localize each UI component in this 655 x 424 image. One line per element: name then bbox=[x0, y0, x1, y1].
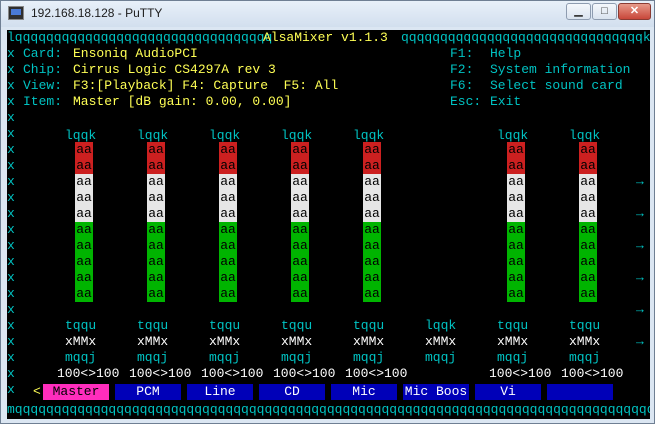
key-f6: F6: bbox=[450, 78, 474, 93]
mute-indicator[interactable]: xMMx bbox=[497, 334, 528, 350]
bottom-border: mqqqqqqqqqqqqqqqqqqqqqqqqqqqqqqqqqqqqqqq… bbox=[7, 402, 650, 417]
channel-label-mic[interactable]: Mic bbox=[331, 384, 397, 400]
item-value: Master [dB gain: 0.00, 0.00] bbox=[73, 94, 292, 109]
chip-value: Cirrus Logic CS4297A rev 3 bbox=[73, 62, 276, 77]
volume-value: 100<>100 bbox=[201, 366, 264, 381]
volume-value: 100<>100 bbox=[345, 366, 408, 381]
terminal-area[interactable]: lqqqqqqqqqqqqqqqqqqqqqqqqqqqqqqqqq AlsaM… bbox=[7, 30, 650, 419]
volume-bar[interactable]: aa aa aa aa aa aa aa aa aa aa bbox=[147, 142, 165, 302]
key-f2: F2: bbox=[450, 62, 474, 77]
view-value: F3:[Playback] F4: Capture F5: All bbox=[73, 78, 339, 93]
channel-mic[interactable]: lqqk aa aa aa aa aa aa aa aa aa aa tqqu xMMx mq… bbox=[337, 128, 407, 384]
maximize-button[interactable]: □ bbox=[592, 3, 617, 20]
mute-indicator[interactable]: xMMx bbox=[209, 334, 240, 350]
putty-icon bbox=[8, 6, 24, 20]
window-title: 192.168.18.128 - PuTTY bbox=[31, 6, 163, 20]
volume-value: 100<>100 bbox=[57, 366, 120, 381]
key-f1: F1: bbox=[450, 46, 474, 61]
volume-value: 100<>100 bbox=[489, 366, 552, 381]
channel-label-video[interactable]: Vi bbox=[475, 384, 541, 400]
mute-indicator[interactable]: xMMx bbox=[353, 334, 384, 350]
key-f6-action: Select sound card bbox=[490, 78, 623, 93]
channel-label-cd[interactable]: CD bbox=[259, 384, 325, 400]
volume-bar[interactable]: aa aa aa aa aa aa aa aa aa aa bbox=[75, 142, 93, 302]
channel-mic-boost[interactable]: lqqk xMMx mqqj bbox=[409, 128, 479, 384]
channel-8[interactable]: lqqk aa aa aa aa aa aa aa aa aa aa tqqu xMMx mq… bbox=[553, 128, 623, 384]
volume-bar[interactable]: aa aa aa aa aa aa aa aa aa aa bbox=[219, 142, 237, 302]
channel-label-8[interactable] bbox=[547, 384, 613, 400]
channel-label-master[interactable]: Master bbox=[43, 384, 109, 400]
putty-window: 192.168.18.128 - PuTTY ▁ □ ✕ lqqqqqqqqqq… bbox=[0, 0, 655, 424]
right-scroll-arrow: → bbox=[636, 270, 644, 285]
volume-bar[interactable]: aa aa aa aa aa aa aa aa aa aa bbox=[363, 142, 381, 302]
channel-master[interactable]: lqqk aa aa aa aa aa aa aa aa aa aa tqqu xMMx mq… bbox=[49, 128, 119, 384]
key-f2-action: System information bbox=[490, 62, 631, 77]
minimize-button[interactable]: ▁ bbox=[566, 3, 591, 20]
item-label: Item: bbox=[23, 94, 63, 109]
chip-label: Chip: bbox=[23, 62, 63, 77]
app-title: AlsaMixer v1.1.3 bbox=[263, 30, 388, 45]
key-esc-action: Exit bbox=[490, 94, 522, 109]
top-border: lqqqqqqqqqqqqqqqqqqqqqqqqqqqqqqqqq bbox=[7, 30, 273, 45]
right-scroll-arrow: → bbox=[636, 206, 644, 221]
channel-line[interactable]: lqqk aa aa aa aa aa aa aa aa aa aa tqqu xMMx mq… bbox=[193, 128, 263, 384]
channel-label-pcm[interactable]: PCM bbox=[115, 384, 181, 400]
channel-pcm[interactable]: lqqk aa aa aa aa aa aa aa aa aa aa tqqu xMMx mq… bbox=[121, 128, 191, 384]
volume-value: 100<>100 bbox=[129, 366, 192, 381]
mute-indicator[interactable]: xMMx bbox=[425, 334, 456, 350]
title-bar[interactable]: 192.168.18.128 - PuTTY ▁ □ ✕ bbox=[1, 1, 654, 27]
card-value: Ensoniq AudioPCI bbox=[73, 46, 198, 61]
volume-value: 100<>100 bbox=[561, 366, 624, 381]
mute-indicator[interactable]: xMMx bbox=[137, 334, 168, 350]
view-label: View: bbox=[23, 78, 63, 93]
left-scroll-arrow: < bbox=[33, 384, 41, 399]
channel-video[interactable]: lqqk aa aa aa aa aa aa aa aa aa aa tqqu xMMx mq… bbox=[481, 128, 551, 384]
close-button[interactable]: ✕ bbox=[618, 3, 651, 20]
channel-cd[interactable]: lqqk aa aa aa aa aa aa aa aa aa aa tqqu xMMx mq… bbox=[265, 128, 335, 384]
key-esc: Esc: bbox=[450, 94, 482, 109]
right-scroll-arrow: → bbox=[636, 174, 644, 189]
channel-label-line[interactable]: Line bbox=[187, 384, 253, 400]
channel-label-mic-boost[interactable]: Mic Boos bbox=[403, 384, 469, 400]
volume-bar[interactable]: aa aa aa aa aa aa aa aa aa aa bbox=[291, 142, 309, 302]
right-scroll-arrow: → bbox=[636, 238, 644, 253]
volume-bar[interactable]: aa aa aa aa aa aa aa aa aa aa bbox=[507, 142, 525, 302]
mute-indicator[interactable]: xMMx bbox=[65, 334, 96, 350]
right-scroll-arrow: → bbox=[636, 302, 644, 317]
volume-bar[interactable]: aa aa aa aa aa aa aa aa aa aa bbox=[579, 142, 597, 302]
top-border-right: qqqqqqqqqqqqqqqqqqqqqqqqqqqqqqqk bbox=[401, 30, 650, 45]
right-scroll-arrow: → bbox=[636, 334, 644, 349]
mute-indicator[interactable]: xMMx bbox=[281, 334, 312, 350]
volume-value: 100<>100 bbox=[273, 366, 336, 381]
mute-indicator[interactable]: xMMx bbox=[569, 334, 600, 350]
key-f1-action: Help bbox=[490, 46, 522, 61]
card-label: Card: bbox=[23, 46, 63, 61]
